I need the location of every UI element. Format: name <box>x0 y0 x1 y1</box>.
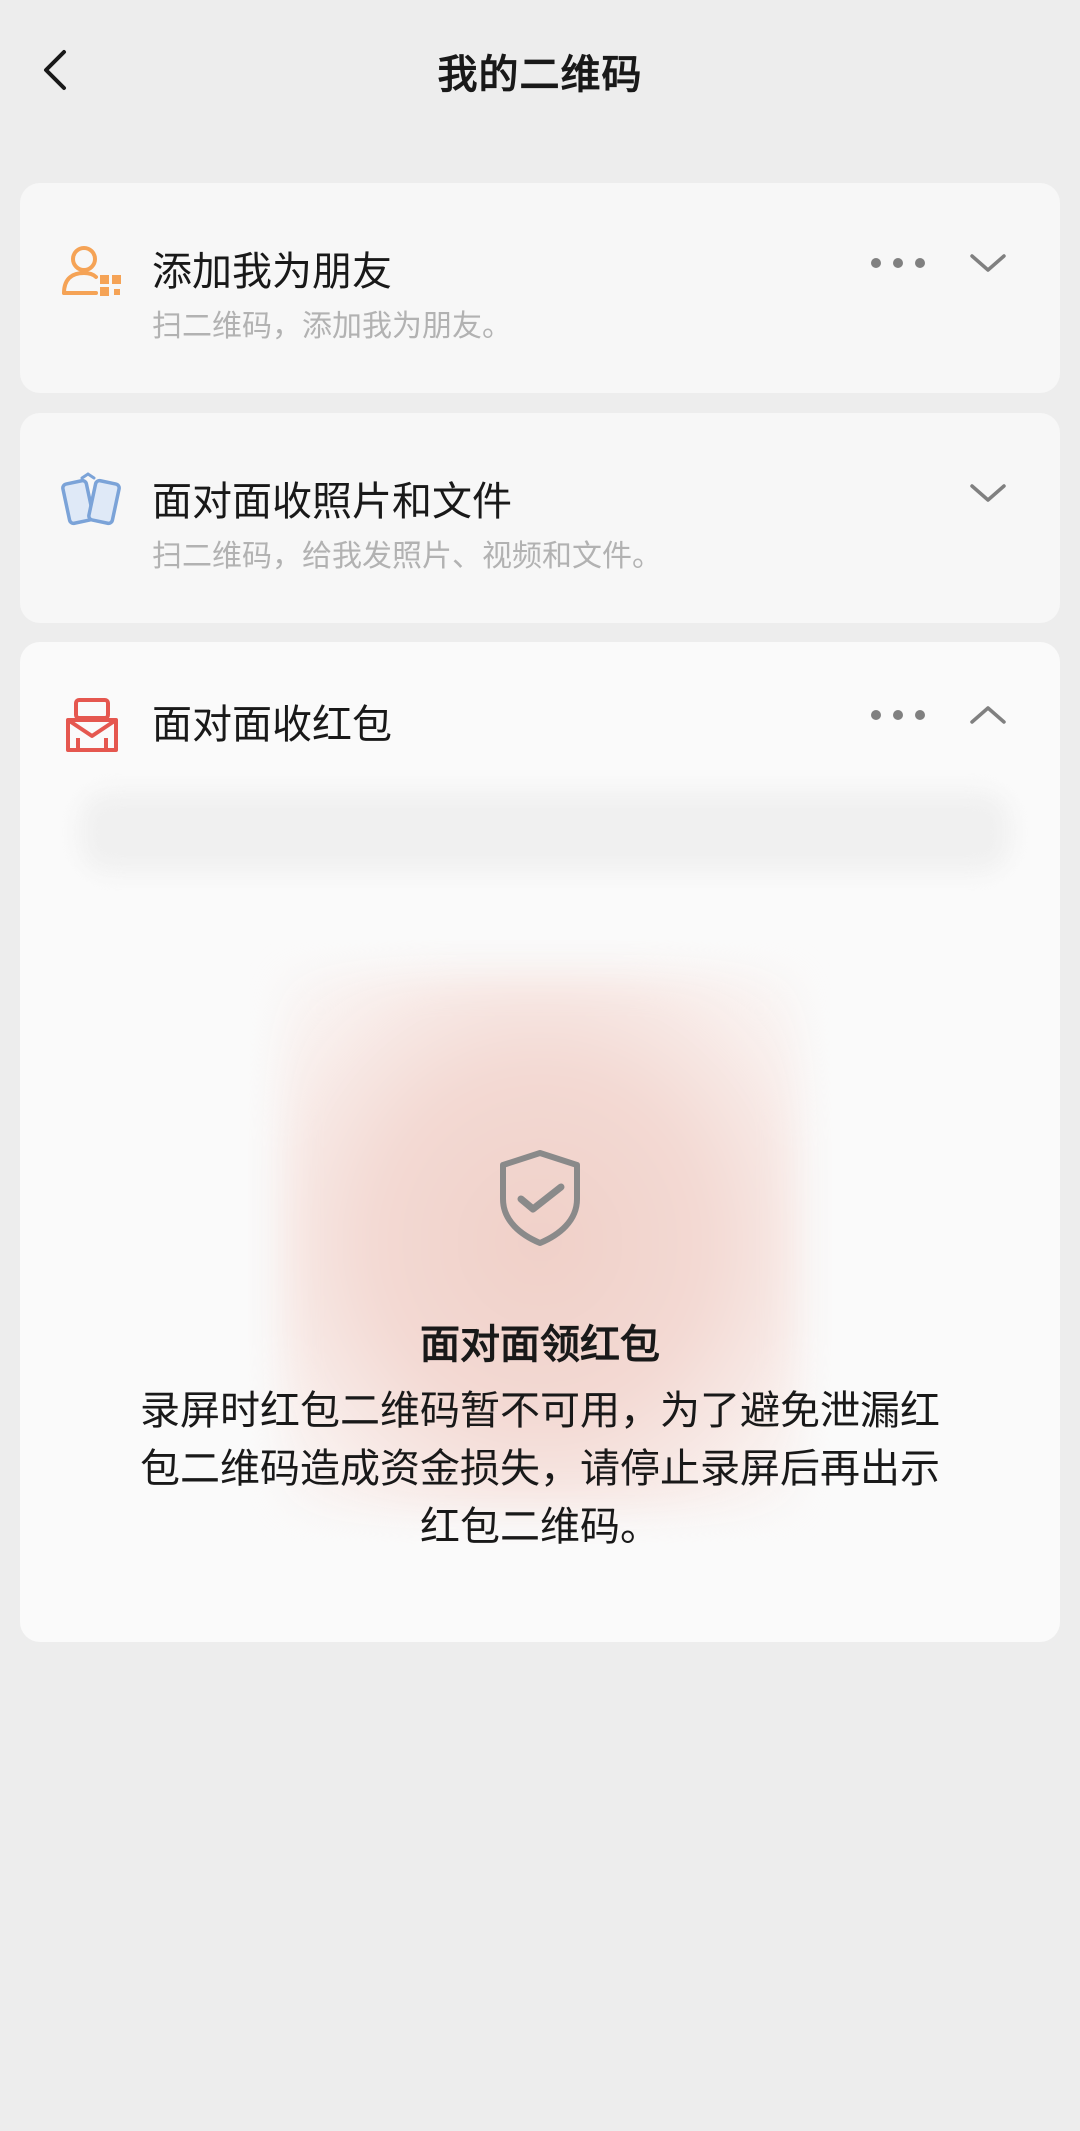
chevron-down-icon <box>970 254 1006 272</box>
more-dots-icon <box>871 258 925 268</box>
more-options-button[interactable] <box>868 248 928 278</box>
blurred-banner <box>80 792 1010 872</box>
red-packet-qr-area: 面对面领红包 录屏时红包二维码暂不可用，为了避免泄漏红包二维码造成资金损失，请停… <box>60 792 1020 1622</box>
card-subtitle: 扫二维码，给我发照片、视频和文件。 <box>152 539 662 574</box>
phones-transfer-icon <box>60 470 124 534</box>
more-dots-icon <box>871 710 925 720</box>
card-add-friend[interactable]: 添加我为朋友 扫二维码，添加我为朋友。 <box>20 183 1060 393</box>
expand-button[interactable] <box>968 248 1008 278</box>
card-title: 添加我为朋友 <box>152 249 392 295</box>
more-options-button[interactable] <box>868 700 928 730</box>
shield-check-icon <box>495 1147 585 1247</box>
red-packet-title: 面对面领红包 <box>420 1322 660 1368</box>
person-qr-icon <box>60 241 124 305</box>
screen-recording-notice: 录屏时红包二维码暂不可用，为了避免泄漏红包二维码造成资金损失，请停止录屏后再出示… <box>140 1388 940 1550</box>
card-title: 面对面收红包 <box>152 702 392 748</box>
chevron-up-icon <box>970 706 1006 724</box>
collapse-button[interactable] <box>968 700 1008 730</box>
card-receive-files[interactable]: 面对面收照片和文件 扫二维码，给我发照片、视频和文件。 <box>20 413 1060 623</box>
card-subtitle: 扫二维码，添加我为朋友。 <box>152 309 512 344</box>
card-red-packet: 面对面收红包 面对面领红包 录屏时红包二维码暂不可用，为了避免泄漏红包二维码造成… <box>20 642 1060 1642</box>
expand-button[interactable] <box>968 478 1008 508</box>
page-title: 我的二维码 <box>437 52 643 98</box>
navigation-bar: 我的二维码 <box>0 0 1080 140</box>
red-packet-icon <box>60 694 124 758</box>
card-title: 面对面收照片和文件 <box>152 479 512 525</box>
chevron-down-icon <box>970 484 1006 502</box>
